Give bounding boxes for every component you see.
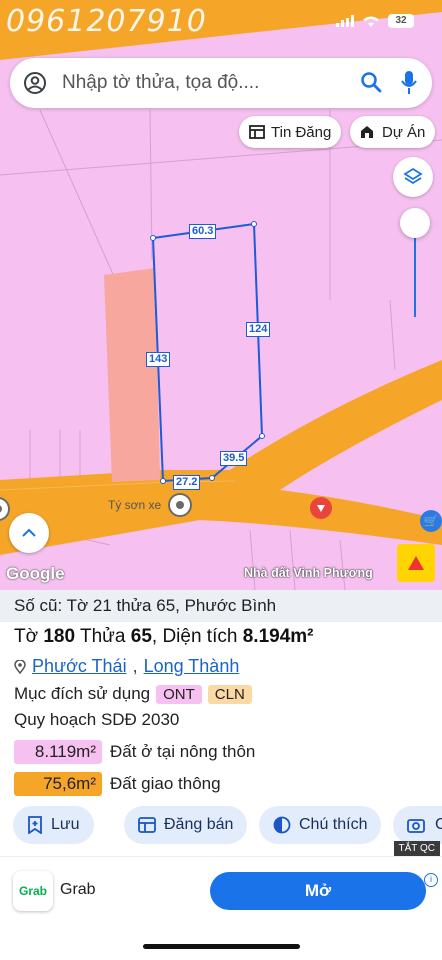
area-label: Diện tích xyxy=(162,626,238,647)
search-input[interactable] xyxy=(62,72,332,94)
old-reference: Số cũ: Tờ 21 thửa 65, Phước Bình xyxy=(0,590,442,622)
post-label: Đăng bán xyxy=(164,816,234,833)
account-icon[interactable] xyxy=(24,72,46,94)
zoning-label: Đất giao thông xyxy=(110,774,221,793)
opacity-slider-track[interactable] xyxy=(414,225,416,317)
zoning-label: Đất ở tại nông thôn xyxy=(110,742,256,761)
land-use-tag: CLN xyxy=(207,684,252,704)
map-view[interactable]: 60.3 124 143 27.2 39.5 Tý sơn xe 🛒 09612… xyxy=(0,0,442,590)
home-indicator[interactable] xyxy=(143,944,300,949)
contrast-icon xyxy=(273,816,291,834)
shopping-cart-icon[interactable]: 🛒 xyxy=(420,510,442,532)
parcel-area: 8.194m² xyxy=(242,626,314,647)
google-logo: Google xyxy=(6,564,65,583)
battery-icon: 32 xyxy=(388,14,414,28)
zoning-row: 8.119m² Đất ở tại nông thôn xyxy=(14,740,255,764)
save-button[interactable]: Lưu xyxy=(13,806,94,844)
search-bar[interactable] xyxy=(10,58,432,108)
advertiser-name: Grab xyxy=(60,881,96,898)
agency-logo-icon xyxy=(408,556,424,570)
commune-link[interactable]: Phước Thái xyxy=(32,656,127,677)
land-use-tag: ONT xyxy=(156,684,202,704)
layers-button[interactable] xyxy=(393,157,433,197)
zoning-area: 8.119m² xyxy=(14,740,102,764)
news-listing-chip[interactable]: Tin Đăng xyxy=(239,116,342,148)
opacity-slider-knob[interactable] xyxy=(400,208,430,238)
listing-icon xyxy=(138,817,156,833)
wifi-icon xyxy=(363,16,379,27)
project-chip[interactable]: Dự Án xyxy=(350,116,436,148)
listing-icon xyxy=(249,125,265,139)
purpose-label: Mục đích sử dụng xyxy=(14,684,151,703)
agency-label: Nhà đất Vinh Phương xyxy=(244,566,373,580)
chevron-up-icon xyxy=(22,528,36,537)
grab-logo[interactable]: Grab xyxy=(13,871,53,911)
ad-banner[interactable]: TẮT QC Grab Grab Mở i xyxy=(0,841,442,924)
close-ad-tag[interactable]: TẮT QC xyxy=(393,841,440,856)
photo-label: C xyxy=(435,816,442,833)
agency-logo[interactable] xyxy=(397,544,435,582)
poi-pin-icon[interactable] xyxy=(168,493,192,517)
location-pin-icon xyxy=(14,659,26,674)
project-chip-label: Dự Án xyxy=(382,123,426,141)
open-app-button[interactable]: Mở xyxy=(210,872,426,910)
dimension-label-right: 124 xyxy=(246,322,271,337)
parcel-info-panel: Số cũ: Tờ 21 thửa 65, Phước Bình Tờ 180 … xyxy=(0,590,442,856)
microphone-icon[interactable] xyxy=(400,70,418,96)
parcel-title: Tờ 180 Thửa 65, Diện tích 8.194m² xyxy=(14,626,314,647)
phone-watermark: 0961207910 xyxy=(6,4,207,39)
photo-button[interactable]: C xyxy=(393,806,442,844)
expand-panel-button[interactable] xyxy=(9,513,49,553)
sheet-label: Tờ xyxy=(14,626,39,647)
location-line: Phước Thái, Long Thành xyxy=(14,656,239,677)
status-bar: 0961207910 32 xyxy=(0,0,442,44)
dimension-label-left: 143 xyxy=(146,352,171,367)
plot-label: Thửa xyxy=(80,626,126,647)
camera-icon xyxy=(407,819,425,833)
bookmark-add-icon xyxy=(28,816,42,834)
district-link[interactable]: Long Thành xyxy=(144,656,240,677)
zoning-area: 75,6m² xyxy=(14,772,102,796)
plan-label: Quy hoạch SDĐ 2030 xyxy=(14,710,180,729)
zoning-row: 75,6m² Đất giao thông xyxy=(14,772,221,796)
building-icon xyxy=(361,126,373,138)
signal-icon xyxy=(336,15,354,27)
plot-number: 65 xyxy=(130,626,152,647)
dimension-label-bottom: 27.2 xyxy=(173,475,201,490)
land-use-line: Mục đích sử dụng ONT CLN xyxy=(14,684,252,704)
dimension-label-diagonal: 39.5 xyxy=(220,451,248,466)
save-label: Lưu xyxy=(51,816,80,833)
sheet-number: 180 xyxy=(43,626,76,647)
legend-button[interactable]: Chú thích xyxy=(259,806,382,844)
restaurant-pin-icon[interactable] xyxy=(309,497,333,523)
search-icon[interactable] xyxy=(360,71,382,93)
dimension-label-top: 60.3 xyxy=(189,224,217,239)
poi-label: Tý sơn xe xyxy=(108,498,162,512)
legend-label: Chú thích xyxy=(299,816,368,833)
layers-icon xyxy=(403,167,423,185)
ad-info-icon[interactable]: i xyxy=(424,873,438,887)
post-listing-button[interactable]: Đăng bán xyxy=(124,806,248,844)
news-chip-label: Tin Đăng xyxy=(271,123,332,141)
